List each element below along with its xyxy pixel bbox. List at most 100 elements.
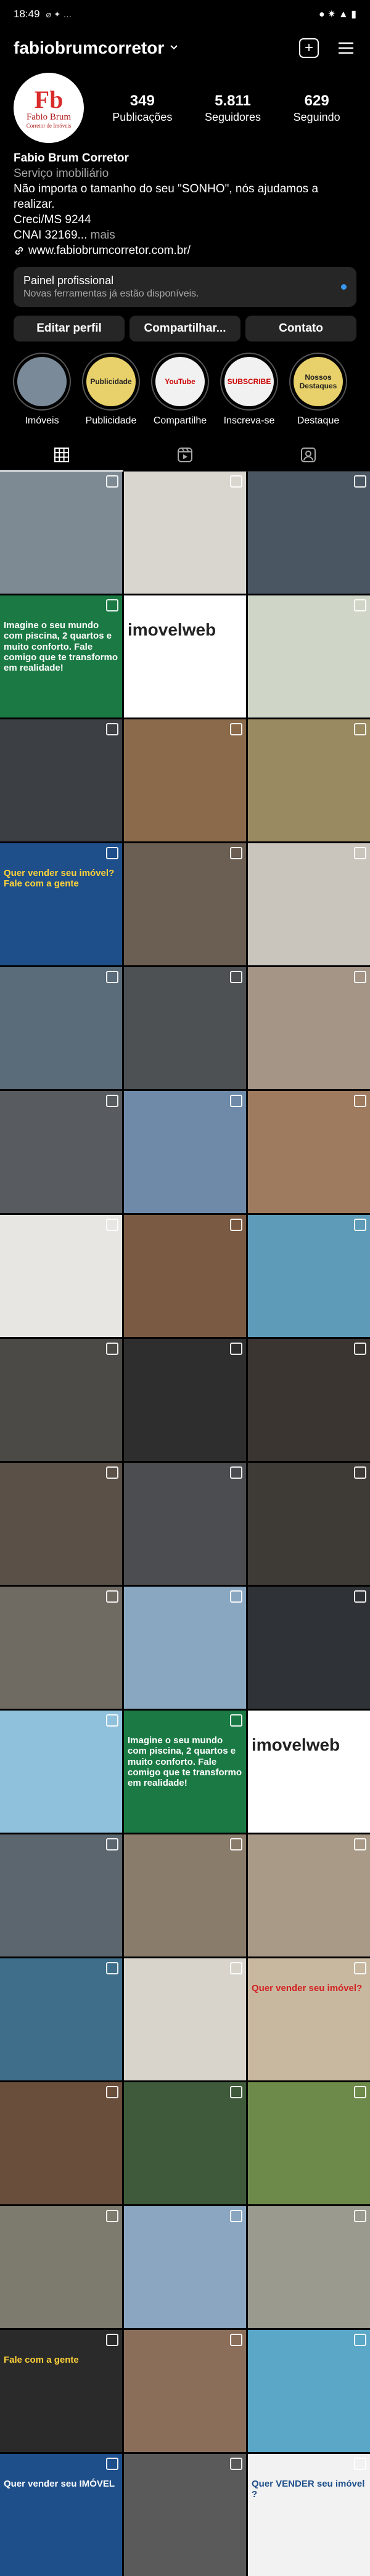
carousel-icon bbox=[230, 723, 242, 735]
highlight-label: Inscreva-se bbox=[223, 415, 275, 426]
highlight-destaque[interactable]: Nossos Destaques Destaque bbox=[287, 353, 349, 427]
post-tile[interactable] bbox=[0, 1091, 122, 1213]
post-tile[interactable]: Quer vender seu imóvel? Fale com a gente bbox=[0, 843, 122, 965]
stat-posts[interactable]: 349 Publicações bbox=[112, 92, 172, 124]
bio-website-link[interactable]: www.fabiobrumcorretor.com.br/ bbox=[14, 243, 356, 258]
stat-following[interactable]: 629 Seguindo bbox=[294, 92, 340, 124]
post-tile[interactable] bbox=[0, 1215, 122, 1337]
post-tile[interactable] bbox=[248, 595, 370, 718]
post-tile[interactable] bbox=[248, 472, 370, 594]
post-tile[interactable] bbox=[124, 1587, 246, 1709]
logo-subtitle: Corretor de Imóveis bbox=[26, 122, 72, 129]
post-tile[interactable]: imovelweb bbox=[248, 1711, 370, 1833]
bio-website-text: www.fabiobrumcorretor.com.br/ bbox=[28, 244, 191, 257]
post-tile[interactable] bbox=[124, 1958, 246, 2080]
profile-stats: 349 Publicações 5.811 Seguidores 629 Seg… bbox=[96, 92, 356, 124]
post-tile[interactable] bbox=[248, 1215, 370, 1337]
carousel-icon bbox=[106, 599, 118, 611]
tab-posts-grid[interactable] bbox=[0, 439, 123, 472]
status-bar: 18:49 ⌀ ✦ … ● ✷ ▲ ▮ bbox=[0, 0, 370, 28]
carousel-icon bbox=[354, 2458, 366, 2470]
post-tile[interactable] bbox=[0, 1834, 122, 1957]
bio: Fabio Brum Corretor Serviço imobiliário … bbox=[0, 143, 370, 258]
carousel-icon bbox=[230, 1590, 242, 1603]
post-tile[interactable] bbox=[124, 1463, 246, 1585]
account-switcher[interactable]: fabiobrumcorretor bbox=[14, 38, 179, 58]
post-tile[interactable] bbox=[0, 1463, 122, 1585]
bio-creci: Creci/MS 9244 bbox=[14, 213, 91, 226]
post-tile[interactable]: Imagine o seu mundo com piscina, 2 quart… bbox=[0, 595, 122, 718]
post-tile[interactable] bbox=[0, 1587, 122, 1709]
post-tile[interactable] bbox=[0, 1958, 122, 2080]
highlight-imoveis[interactable]: Imóveis bbox=[11, 353, 73, 427]
post-tile[interactable] bbox=[124, 843, 246, 965]
post-tile[interactable] bbox=[124, 2330, 246, 2452]
status-system-icons: ● ✷ ▲ ▮ bbox=[318, 9, 356, 20]
post-tile[interactable] bbox=[124, 1834, 246, 1957]
post-tile[interactable] bbox=[248, 719, 370, 841]
post-tile[interactable]: Quer VENDER seu imóvel ? bbox=[248, 2454, 370, 2576]
stat-followers-count: 5.811 bbox=[215, 92, 251, 109]
post-tile[interactable] bbox=[248, 2206, 370, 2328]
post-tile[interactable] bbox=[0, 472, 122, 594]
profile-tabs bbox=[0, 439, 370, 472]
post-tile[interactable] bbox=[124, 719, 246, 841]
highlight-publicidade[interactable]: Publicidade Publicidade bbox=[80, 353, 142, 427]
post-tile[interactable] bbox=[248, 2330, 370, 2452]
link-icon bbox=[15, 247, 23, 255]
highlight-label: Imóveis bbox=[25, 415, 59, 426]
post-tile[interactable]: Imagine o seu mundo com piscina, 2 quart… bbox=[124, 1711, 246, 1833]
post-tile[interactable] bbox=[0, 1711, 122, 1833]
professional-dashboard[interactable]: Painel profissional Novas ferramentas já… bbox=[14, 267, 356, 307]
carousel-icon bbox=[106, 475, 118, 488]
carousel-icon bbox=[230, 1714, 242, 1727]
post-tile[interactable] bbox=[124, 472, 246, 594]
post-tile-text: Fale com a gente bbox=[4, 2355, 79, 2365]
post-tile[interactable] bbox=[124, 2454, 246, 2576]
post-tile[interactable] bbox=[124, 1215, 246, 1337]
post-tile[interactable] bbox=[124, 1091, 246, 1213]
highlight-cover bbox=[17, 357, 67, 406]
post-tile[interactable] bbox=[0, 967, 122, 1089]
highlight-inscreva-se[interactable]: SUBSCRIBE Inscreva-se bbox=[218, 353, 280, 427]
create-post-button[interactable]: + bbox=[298, 38, 319, 59]
post-tile[interactable] bbox=[248, 2082, 370, 2204]
bio-category[interactable]: Serviço imobiliário bbox=[14, 166, 356, 181]
carousel-icon bbox=[230, 1466, 242, 1479]
post-tile[interactable] bbox=[248, 1463, 370, 1585]
post-tile[interactable]: Fale com a gente bbox=[0, 2330, 122, 2452]
post-tile[interactable] bbox=[0, 2082, 122, 2204]
post-tile[interactable] bbox=[248, 843, 370, 965]
carousel-icon bbox=[354, 599, 366, 611]
post-tile[interactable] bbox=[248, 1091, 370, 1213]
bio-more-link[interactable]: mais bbox=[87, 229, 115, 242]
post-tile[interactable] bbox=[124, 967, 246, 1089]
highlight-compartilhe[interactable]: YouTube Compartilhe bbox=[149, 353, 211, 427]
post-tile[interactable] bbox=[124, 2082, 246, 2204]
post-tile[interactable] bbox=[248, 1834, 370, 1957]
carousel-icon bbox=[106, 2086, 118, 2098]
post-tile[interactable]: imovelweb bbox=[124, 595, 246, 718]
contact-button[interactable]: Contato bbox=[245, 316, 356, 341]
post-tile[interactable] bbox=[248, 967, 370, 1089]
share-profile-button[interactable]: Compartilhar... bbox=[130, 316, 240, 341]
stat-followers[interactable]: 5.811 Seguidores bbox=[205, 92, 261, 124]
post-tile[interactable] bbox=[0, 719, 122, 841]
carousel-icon bbox=[354, 475, 366, 488]
menu-button[interactable] bbox=[335, 38, 356, 59]
post-tile[interactable] bbox=[124, 2206, 246, 2328]
post-tile[interactable]: Quer vender seu IMÓVEL bbox=[0, 2454, 122, 2576]
post-tile[interactable] bbox=[124, 1339, 246, 1461]
post-tile[interactable] bbox=[248, 1339, 370, 1461]
post-tile[interactable]: Quer vender seu imóvel? bbox=[248, 1958, 370, 2080]
post-tile[interactable] bbox=[0, 1339, 122, 1461]
post-tile[interactable] bbox=[0, 2206, 122, 2328]
tab-reels[interactable] bbox=[123, 439, 247, 471]
avatar[interactable]: Fb Fabio Brum Corretor de Imóveis bbox=[14, 73, 84, 143]
post-tile[interactable] bbox=[248, 1587, 370, 1709]
bio-cnai-text: CNAI 32169... bbox=[14, 229, 88, 242]
tab-tagged[interactable] bbox=[247, 439, 370, 471]
carousel-icon bbox=[354, 1343, 366, 1355]
edit-profile-button[interactable]: Editar perfil bbox=[14, 316, 125, 341]
carousel-icon bbox=[230, 1343, 242, 1355]
